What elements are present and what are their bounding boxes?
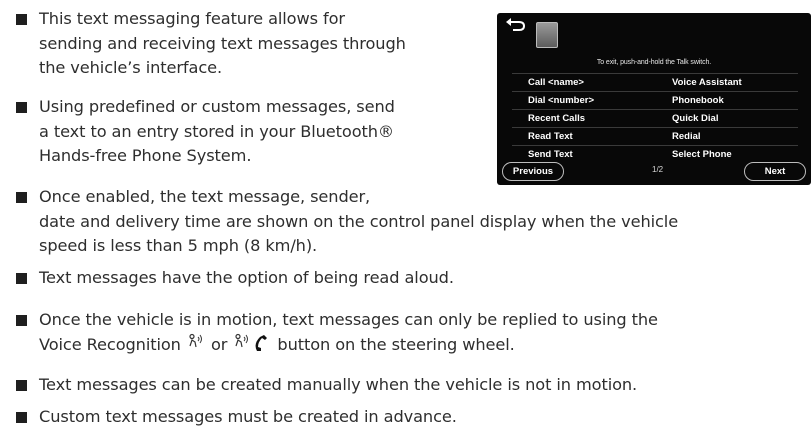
menu-item-quick-dial[interactable]: Quick Dial	[672, 113, 718, 124]
bullet-1-line-2: sending and receiving text messages thro…	[39, 33, 406, 53]
bullet-square	[16, 380, 27, 391]
menu-item-phonebook[interactable]: Phonebook	[672, 95, 724, 106]
bullet-item-5: Once the vehicle is in motion, text mess…	[16, 308, 658, 359]
menu-item-redial[interactable]: Redial	[672, 131, 701, 142]
bullet-3-line-3: speed is less than 5 mph (8 km/h).	[39, 236, 318, 255]
bullet-5-text-or: or	[210, 334, 228, 354]
bullet-6-line-1: Text messages can be created manually wh…	[39, 375, 638, 394]
bullet-item-4: Text messages have the option of being r…	[16, 266, 454, 291]
bullet-square	[16, 14, 27, 25]
menu-item-dial-number[interactable]: Dial <number>	[528, 95, 594, 106]
bullet-square	[16, 315, 27, 326]
back-arrow-icon[interactable]	[505, 17, 527, 33]
bullet-3-line-1: Once enabled, the text message, sender,	[39, 187, 371, 206]
bullet-1-line-1: This text messaging feature allows for	[39, 9, 345, 28]
bullet-item-1: This text messaging feature allows for s…	[16, 7, 406, 81]
page-indicator: 1/2	[652, 165, 664, 174]
bullet-square	[16, 102, 27, 113]
bullet-square	[16, 273, 27, 284]
bullet-7-line-1: Custom text messages must be created in …	[39, 407, 457, 426]
previous-button[interactable]: Previous	[502, 162, 564, 181]
phone-handset-icon	[252, 334, 268, 360]
voice-recognition-icon	[188, 333, 204, 359]
bullet-square	[16, 412, 27, 423]
menu-item-read-text[interactable]: Read Text	[528, 131, 573, 142]
bullet-5-text-a: Voice Recognition	[39, 334, 181, 354]
talk-switch-hint: To exit, push-and-hold the Talk switch.	[596, 59, 712, 66]
phone-menu-screen: To exit, push-and-hold the Talk switch. …	[497, 13, 811, 185]
bullet-item-6: Text messages can be created manually wh…	[16, 373, 637, 398]
bullet-square	[16, 192, 27, 203]
menu-item-voice-assistant[interactable]: Voice Assistant	[672, 77, 742, 88]
bullet-item-2: Using predefined or custom messages, sen…	[16, 95, 395, 169]
voice-recognition-icon	[234, 333, 250, 359]
menu-item-send-text[interactable]: Send Text	[528, 149, 573, 160]
bullet-5-text-b: button on the steering wheel.	[277, 334, 515, 354]
bullet-2-line-3: Hands-free Phone System.	[39, 146, 252, 165]
bullet-1-line-3: the vehicle’s interface.	[39, 58, 223, 77]
menu-row: Dial <number> Phonebook	[512, 91, 798, 110]
menu-item-call-name[interactable]: Call <name>	[528, 77, 584, 88]
menu-item-select-phone[interactable]: Select Phone	[672, 149, 732, 160]
bullet-3-line-2: date and delivery time are shown on the …	[39, 211, 679, 231]
next-button[interactable]: Next	[744, 162, 806, 181]
bullet-4-line-1: Text messages have the option of being r…	[39, 268, 454, 287]
bullet-2-line-2: a text to an entry stored in your Blueto…	[39, 121, 395, 141]
menu-row: Read Text Redial	[512, 127, 798, 146]
bullet-item-7: Custom text messages must be created in …	[16, 405, 457, 430]
menu-row: Call <name> Voice Assistant	[512, 73, 798, 92]
bullet-5-line-1: Once the vehicle is in motion, text mess…	[39, 310, 658, 329]
phone-device-icon	[536, 22, 558, 48]
bullet-2-line-1: Using predefined or custom messages, sen…	[39, 97, 395, 116]
bullet-5-line-2: Voice Recognition or button on the steer…	[39, 333, 658, 360]
menu-item-recent-calls[interactable]: Recent Calls	[528, 113, 585, 124]
menu-row: Recent Calls Quick Dial	[512, 109, 798, 128]
bullet-item-3: Once enabled, the text message, sender, …	[16, 185, 678, 259]
